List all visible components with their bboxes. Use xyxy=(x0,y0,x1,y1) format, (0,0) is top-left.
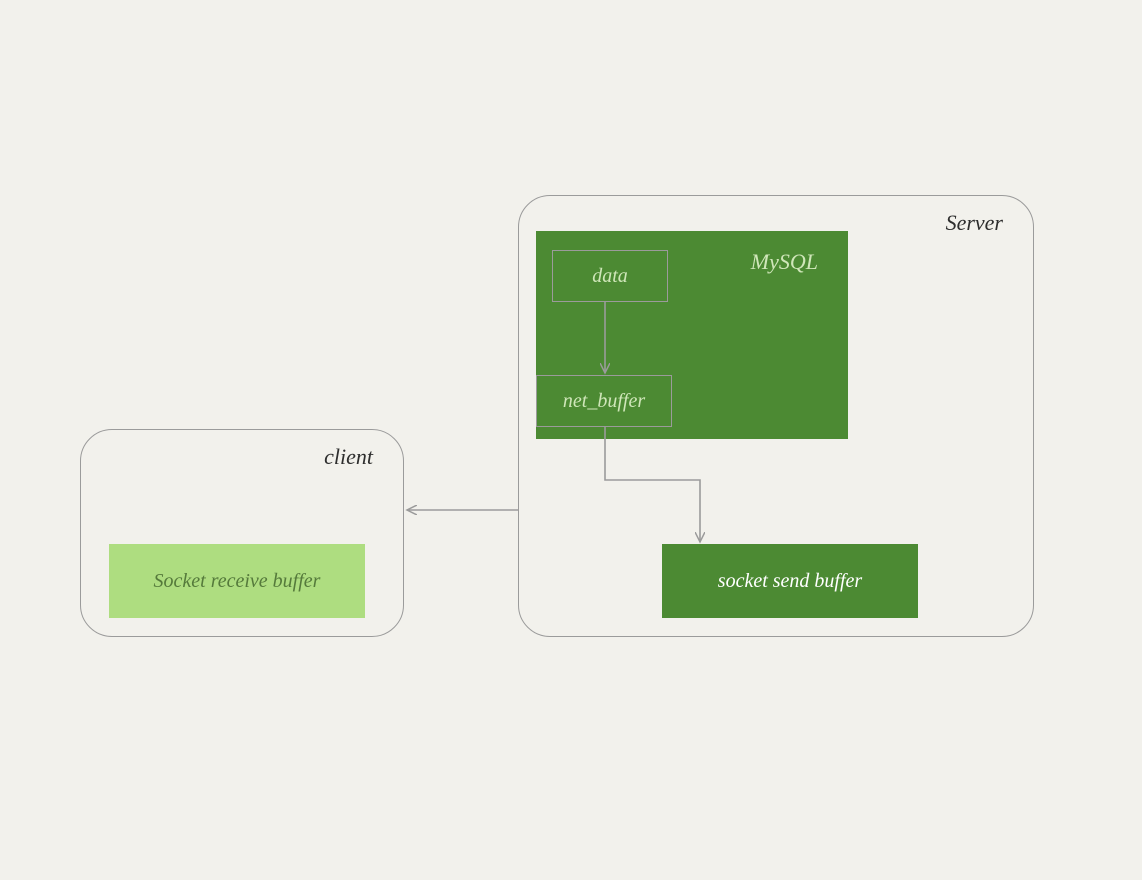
net-buffer-box: net_buffer xyxy=(536,375,672,427)
data-box-label: data xyxy=(592,265,628,288)
socket-send-label: socket send buffer xyxy=(718,570,862,593)
socket-receive-label: Socket receive buffer xyxy=(154,570,321,593)
mysql-label: MySQL xyxy=(751,249,818,275)
net-buffer-label: net_buffer xyxy=(563,390,645,413)
client-label: client xyxy=(324,444,373,470)
server-label: Server xyxy=(946,210,1003,236)
data-box: data xyxy=(552,250,668,302)
diagram-canvas: Server MySQL data net_buffer socket send… xyxy=(0,0,1142,880)
socket-receive-buffer-box: Socket receive buffer xyxy=(109,544,365,618)
socket-send-buffer-box: socket send buffer xyxy=(662,544,918,618)
